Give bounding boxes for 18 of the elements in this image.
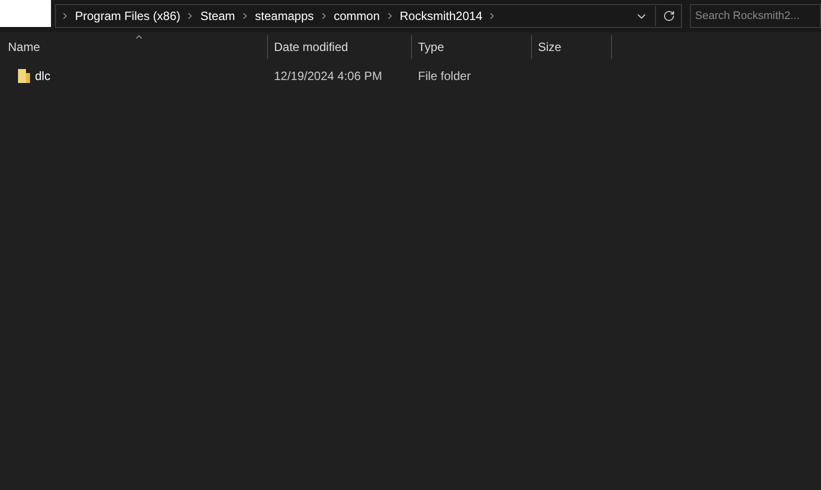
address-bar[interactable]: Program Files (x86) Steam steamapps common Rocksmith2014	[55, 4, 682, 28]
search-field[interactable]: Search Rocksmith2...	[690, 4, 821, 28]
breadcrumb[interactable]: common	[334, 7, 380, 25]
redacted-area	[0, 0, 51, 27]
breadcrumb[interactable]: Steam	[200, 7, 236, 25]
file-type: File folder	[418, 69, 471, 83]
column-header[interactable]: Name	[0, 38, 40, 56]
column-header[interactable]: Size	[538, 38, 562, 56]
folder-icon	[17, 68, 31, 84]
file-row[interactable]: dlc 12/19/2024 4:06 PM File folder	[0, 65, 821, 87]
refresh-icon[interactable]	[663, 10, 675, 22]
column-header[interactable]: Type	[418, 38, 444, 56]
breadcrumb[interactable]: Rocksmith2014	[400, 7, 482, 25]
breadcrumb[interactable]: steamapps	[255, 7, 314, 25]
breadcrumb[interactable]: Program Files (x86)	[75, 7, 180, 25]
column-header[interactable]: Date modified	[274, 38, 348, 56]
date-modified: 12/19/2024 4:06 PM	[274, 69, 382, 83]
file-name: dlc	[35, 68, 50, 85]
